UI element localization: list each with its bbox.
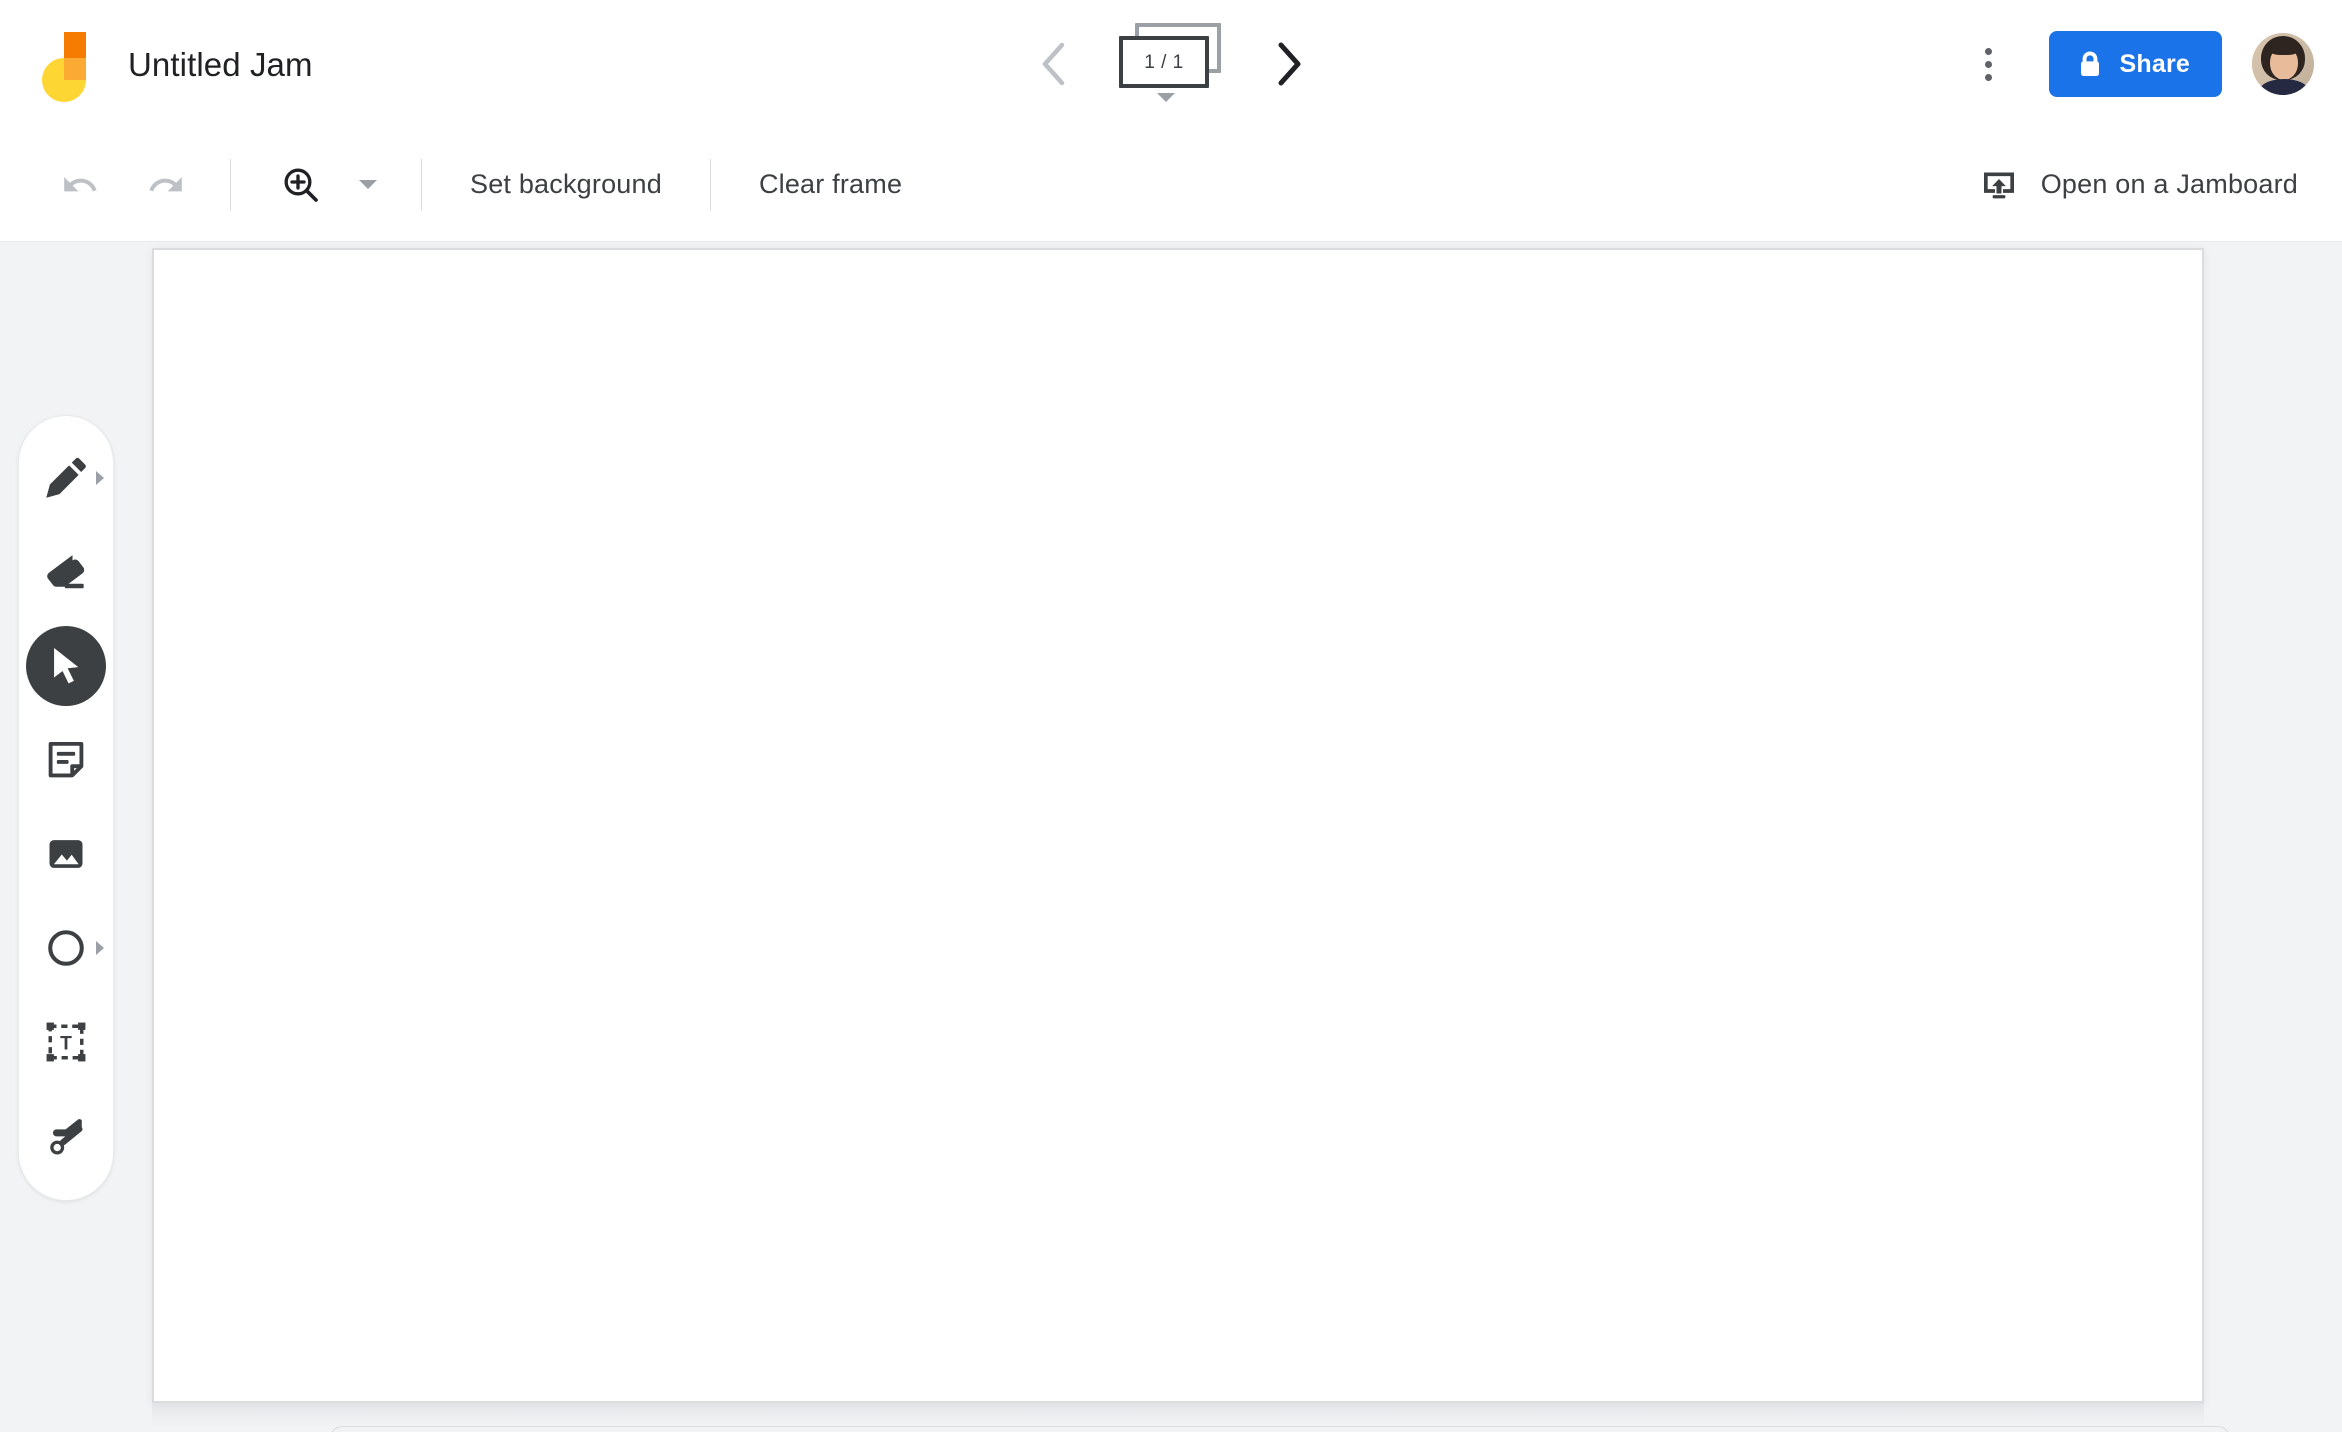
next-frame-button[interactable]	[1261, 37, 1315, 91]
canvas-bottom-shadow	[152, 1403, 2204, 1427]
undo-icon	[61, 166, 99, 204]
app-header: Untitled Jam 1 / 1 Share	[0, 0, 2342, 128]
frame-stack-front: 1 / 1	[1119, 36, 1209, 88]
pen-submenu-caret-icon[interactable]	[96, 471, 104, 485]
open-on-jamboard-label: Open on a Jamboard	[2040, 169, 2298, 199]
zoom-in-button[interactable]	[269, 153, 333, 217]
tool-text-box[interactable]: T	[26, 1002, 106, 1082]
frame-counter-label: 1 / 1	[1144, 51, 1184, 73]
tool-eraser[interactable]	[26, 532, 106, 612]
tool-rail: T	[18, 415, 114, 1201]
caret-down-icon[interactable]	[1157, 93, 1175, 102]
jamboard-logo-icon[interactable]	[42, 32, 86, 102]
sticky-note-icon	[44, 738, 88, 782]
redo-icon	[147, 166, 185, 204]
circle-shape-icon	[44, 926, 88, 970]
laser-pointer-icon	[44, 1114, 88, 1158]
jam-frame-canvas[interactable]	[152, 248, 2204, 1403]
tool-select[interactable]	[26, 626, 106, 706]
share-button-label: Share	[2119, 49, 2190, 78]
clear-frame-button[interactable]: Clear frame	[755, 159, 906, 210]
toolbar-divider	[421, 158, 422, 211]
canvas-stage	[0, 243, 2342, 1432]
zoom-dropdown-caret-down-icon[interactable]	[359, 180, 377, 189]
frame-indicator[interactable]: 1 / 1	[1119, 23, 1223, 102]
tool-image[interactable]	[26, 814, 106, 894]
logo-bar-mid	[64, 58, 86, 80]
kebab-dot	[1985, 73, 1993, 81]
set-background-button[interactable]: Set background	[466, 159, 666, 210]
eraser-icon	[43, 549, 89, 595]
tool-sticky-note[interactable]	[26, 720, 106, 800]
share-button[interactable]: Share	[2048, 31, 2222, 97]
kebab-menu-icon[interactable]	[1959, 34, 2019, 94]
page-title[interactable]: Untitled Jam	[128, 48, 313, 81]
shape-submenu-caret-icon[interactable]	[96, 941, 104, 955]
svg-text:T: T	[60, 1034, 72, 1055]
toolbar-divider	[709, 158, 711, 211]
bottom-tray-panel[interactable]	[330, 1426, 2230, 1432]
kebab-dot	[1985, 60, 1993, 68]
kebab-dot	[1985, 47, 1993, 55]
logo-bar-top	[64, 32, 86, 58]
image-icon	[44, 832, 88, 876]
text-box-icon: T	[44, 1020, 88, 1064]
header-right-group: Share	[1959, 0, 2342, 128]
jamboard-app: Untitled Jam 1 / 1 Share Set background …	[0, 0, 2342, 1432]
redo-button[interactable]	[134, 153, 198, 217]
header-left-group: Untitled Jam	[0, 32, 313, 102]
undo-button[interactable]	[48, 153, 112, 217]
lock-icon	[2077, 50, 2103, 78]
editor-toolbar: Set background Clear frame Open on a Jam…	[0, 128, 2342, 242]
avatar-fringe	[2267, 39, 2301, 55]
account-avatar[interactable]	[2252, 33, 2314, 95]
prev-frame-button[interactable]	[1027, 37, 1081, 91]
tool-pen[interactable]	[26, 438, 106, 518]
tool-shape[interactable]	[26, 908, 106, 988]
toolbar-divider	[230, 158, 231, 211]
tool-laser-pointer[interactable]	[26, 1096, 106, 1176]
avatar-body	[2260, 79, 2308, 95]
zoom-in-icon	[281, 165, 321, 205]
cast-to-screen-icon	[1979, 165, 2019, 205]
cursor-arrow-icon	[44, 644, 88, 688]
open-on-jamboard-button[interactable]: Open on a Jamboard	[1979, 165, 2298, 205]
pen-icon	[43, 455, 89, 501]
